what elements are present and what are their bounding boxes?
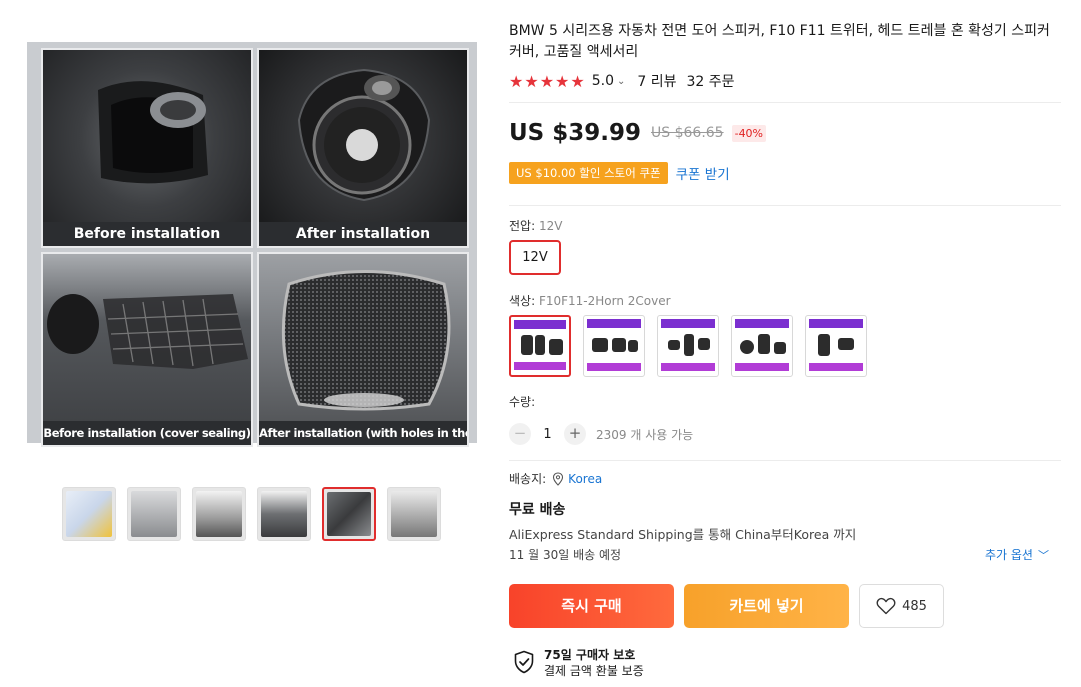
coupon-row: US $10.00 할인 스토어 쿠폰 쿠폰 받기 <box>509 162 730 184</box>
shield-check-icon <box>514 650 534 674</box>
add-to-cart-button[interactable]: 카트에 넣기 <box>684 584 849 628</box>
divider <box>509 460 1061 461</box>
speaker-hole-illustration <box>98 81 208 184</box>
wishlist-count: 485 <box>902 598 927 614</box>
thumbnail-5-selected[interactable] <box>322 487 376 541</box>
shipping-description: AliExpress Standard Shipping를 통해 China부터… <box>509 527 857 542</box>
voltage-label-text: 전압: <box>509 219 536 233</box>
color-swatch-5[interactable] <box>805 315 867 377</box>
chevron-down-icon[interactable]: ⌄ <box>617 76 625 87</box>
ship-to-row: 배송지: Korea <box>509 470 602 487</box>
heart-icon <box>876 597 896 615</box>
speaker-installed-illustration <box>297 68 431 202</box>
review-count[interactable]: 7 리뷰 <box>637 71 676 91</box>
color-label-text: 색상: <box>509 294 536 308</box>
thumbnail-strip <box>62 487 441 541</box>
ship-to-country[interactable]: Korea <box>568 472 602 486</box>
quantity-stepper: − 1 + 2309 개 사용 가능 <box>509 423 693 445</box>
color-swatch-1[interactable] <box>509 315 571 377</box>
caption-after-installation-holes: After installation (with holes in the ba… <box>259 421 467 445</box>
divider <box>509 205 1061 206</box>
main-product-image[interactable]: Before installation After installation B… <box>27 42 477 447</box>
star-rating-icon: ★★★★★ <box>509 71 586 91</box>
voltage-label: 전압: 12V <box>509 217 562 234</box>
ship-to-label: 배송지: <box>509 472 547 486</box>
discount-badge: -40% <box>731 124 767 142</box>
color-swatch-2[interactable] <box>583 315 645 377</box>
quantity-label: 수량: <box>509 395 536 409</box>
voltage-selected-value: 12V <box>538 219 563 233</box>
protection-title: 75일 구매자 보호 <box>544 648 636 662</box>
delivery-date: 11 월 30일 배송 예정 <box>509 548 622 562</box>
original-price: US $66.65 <box>651 125 724 141</box>
stock-available: 2309 개 사용 가능 <box>596 427 694 442</box>
buy-now-button[interactable]: 즉시 구매 <box>509 584 674 628</box>
more-options-label: 추가 옵션 <box>985 548 1033 562</box>
voltage-option-12v[interactable]: 12V <box>509 240 561 275</box>
wishlist-button[interactable]: 485 <box>859 584 944 628</box>
color-swatches <box>509 315 867 377</box>
thumbnail-6[interactable] <box>387 487 441 541</box>
order-count: 32 주문 <box>686 74 735 90</box>
rating-value[interactable]: 5.0 <box>592 73 614 89</box>
more-shipping-options-link[interactable]: 추가 옵션 ﹀ <box>985 546 1049 563</box>
cover-frame-illustration <box>47 294 248 369</box>
image-after-installation: After installation <box>257 48 469 248</box>
buyer-protection: 75일 구매자 보호 결제 금액 환불 보증 <box>513 647 644 679</box>
free-shipping-title: 무료 배송 <box>509 502 566 518</box>
thumbnail-3[interactable] <box>192 487 246 541</box>
buyer-protection-text: 75일 구매자 보호 결제 금액 환불 보증 <box>544 647 644 679</box>
action-buttons: 즉시 구매 카트에 넣기 485 <box>509 584 944 628</box>
caption-before-installation: Before installation <box>43 222 251 246</box>
quantity-value[interactable]: 1 <box>531 427 564 442</box>
color-swatch-3[interactable] <box>657 315 719 377</box>
thumbnail-1[interactable] <box>62 487 116 541</box>
store-coupon-badge[interactable]: US $10.00 할인 스토어 쿠폰 <box>509 162 668 184</box>
protection-subtitle: 결제 금액 환불 보증 <box>544 664 644 678</box>
color-label: 색상: F10F11-2Horn 2Cover <box>509 292 671 309</box>
caption-before-installation-cover: Before installation (cover sealing) <box>43 421 251 445</box>
price-row: US $39.99 US $66.65 -40% <box>509 120 767 146</box>
current-price: US $39.99 <box>509 120 642 146</box>
color-selected-value: F10F11-2Horn 2Cover <box>538 294 671 308</box>
quantity-decrease-button[interactable]: − <box>509 423 531 445</box>
chevron-down-icon: ﹀ <box>1037 548 1049 562</box>
rating-row: ★★★★★ 5.0 ⌄ 7 리뷰 32 주문 <box>509 70 735 92</box>
divider <box>509 102 1061 103</box>
get-coupon-link[interactable]: 쿠폰 받기 <box>676 163 730 183</box>
image-before-installation: Before installation <box>41 48 253 248</box>
image-before-installation-cover: Before installation (cover sealing) <box>41 252 253 447</box>
quantity-increase-button[interactable]: + <box>564 423 586 445</box>
location-pin-icon <box>553 471 564 486</box>
thumbnail-2[interactable] <box>127 487 181 541</box>
image-after-installation-holes: After installation (with holes in the ba… <box>257 252 469 447</box>
color-swatch-4[interactable] <box>731 315 793 377</box>
product-title: BMW 5 시리즈용 자동차 전면 도어 스피커, F10 F11 트위터, 헤… <box>509 23 1050 60</box>
thumbnail-4[interactable] <box>257 487 311 541</box>
caption-after-installation: After installation <box>259 222 467 246</box>
grille-cover-illustration <box>281 270 451 411</box>
